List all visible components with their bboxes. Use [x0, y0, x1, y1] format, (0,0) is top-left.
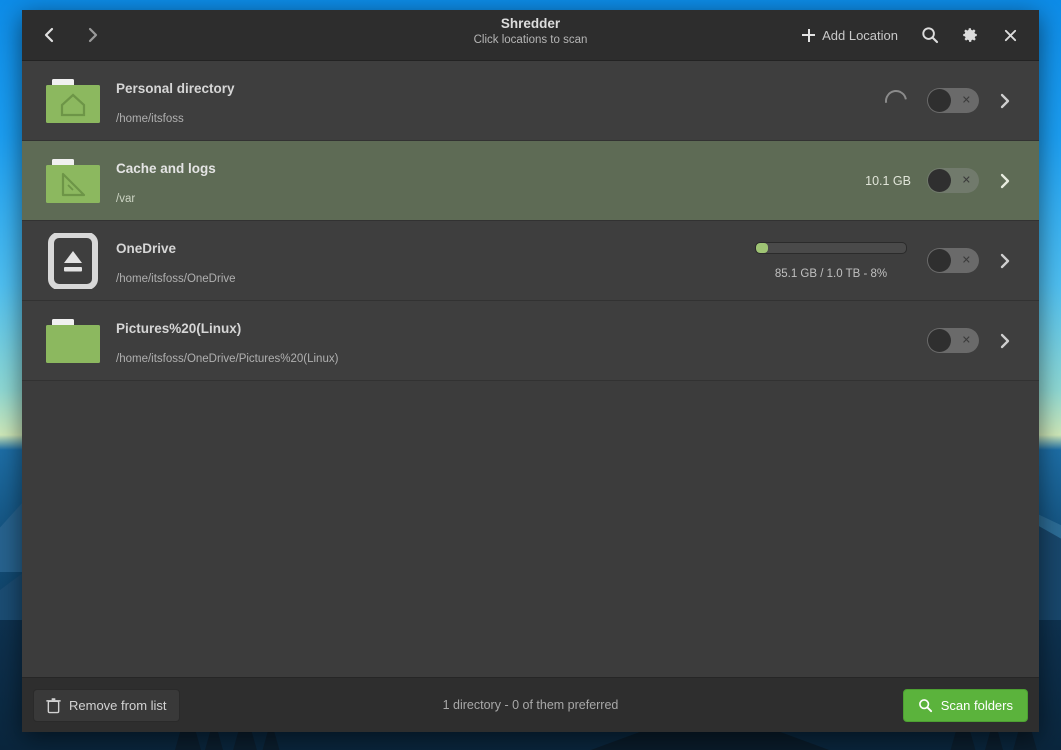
close-icon — [1004, 29, 1016, 41]
desktop-wallpaper: Shredder Click locations to scan Add Loc… — [0, 0, 1061, 750]
row-icon — [44, 311, 104, 371]
toggle-knob — [928, 169, 951, 192]
preferred-toggle[interactable]: ✕ — [927, 88, 979, 113]
remove-from-list-button[interactable]: Remove from list — [33, 688, 180, 722]
home-folder-icon — [46, 78, 100, 123]
close-button[interactable] — [993, 19, 1027, 51]
back-button[interactable] — [34, 20, 64, 50]
add-location-button[interactable]: Add Location — [793, 23, 907, 48]
toggle-knob — [928, 89, 951, 112]
header-bar: Shredder Click locations to scan Add Loc… — [22, 10, 1039, 61]
row-icon — [44, 71, 104, 131]
preferred-toggle[interactable]: ✕ — [927, 168, 979, 193]
chevron-left-icon — [44, 27, 54, 43]
toggle-off-icon: ✕ — [961, 94, 971, 106]
table-row[interactable]: Personal directory /home/itsfoss ✕ — [22, 61, 1039, 141]
storage-usage: 85.1 GB / 1.0 TB - 8% — [751, 241, 911, 280]
row-expand-button[interactable] — [985, 161, 1025, 201]
loading-spinner-icon — [880, 85, 912, 116]
navigation-buttons — [34, 20, 108, 50]
trash-icon — [46, 697, 61, 713]
remove-from-list-label: Remove from list — [69, 697, 167, 713]
search-button[interactable] — [913, 19, 947, 51]
toggle-off-icon: ✕ — [961, 254, 971, 266]
scan-folders-button[interactable]: Scan folders — [902, 688, 1028, 722]
table-row[interactable]: Pictures%20(Linux) /home/itsfoss/OneDriv… — [22, 301, 1039, 381]
scan-folders-label: Scan folders — [940, 697, 1013, 713]
application-window: Shredder Click locations to scan Add Loc… — [22, 10, 1039, 732]
row-size-label: 10.1 GB — [865, 173, 911, 188]
row-controls: 85.1 GB / 1.0 TB - 8% ✕ — [751, 231, 1025, 291]
plus-icon — [802, 28, 816, 42]
progress-bar-fill — [756, 242, 768, 253]
add-location-label: Add Location — [822, 27, 898, 43]
folder-ruler-icon — [46, 158, 100, 203]
table-row[interactable]: OneDrive /home/itsfoss/OneDrive 85.1 GB … — [22, 221, 1039, 301]
row-title: Cache and logs — [116, 160, 216, 176]
footer-bar: Remove from list 1 directory - 0 of them… — [22, 677, 1039, 732]
toggle-off-icon: ✕ — [961, 174, 971, 186]
toggle-knob — [928, 329, 951, 352]
folder-icon — [46, 318, 100, 363]
table-row[interactable]: Cache and logs /var 10.1 GB ✕ — [22, 141, 1039, 221]
row-text: Pictures%20(Linux) /home/itsfoss/OneDriv… — [116, 310, 927, 372]
forward-button[interactable] — [78, 20, 108, 50]
row-controls: ✕ — [927, 311, 1025, 371]
row-title: OneDrive — [116, 240, 177, 256]
chevron-right-icon — [1000, 173, 1010, 188]
row-icon — [44, 231, 104, 291]
row-icon — [44, 151, 104, 211]
preferred-toggle[interactable]: ✕ — [927, 248, 979, 273]
locations-list: Personal directory /home/itsfoss ✕ Cache… — [22, 61, 1039, 677]
row-title: Personal directory — [116, 80, 235, 96]
row-path: /home/itsfoss/OneDrive/Pictures%20(Linux… — [116, 352, 339, 365]
header-actions: Add Location — [793, 19, 1027, 51]
row-expand-button[interactable] — [985, 81, 1025, 121]
row-text: Personal directory /home/itsfoss — [116, 70, 885, 132]
row-text: Cache and logs /var — [116, 150, 865, 212]
progress-label: 85.1 GB / 1.0 TB - 8% — [774, 267, 888, 280]
row-expand-button[interactable] — [985, 321, 1025, 361]
chevron-right-icon — [88, 27, 98, 43]
row-path: /home/itsfoss/OneDrive — [116, 272, 236, 285]
row-expand-button[interactable] — [985, 241, 1025, 281]
gear-icon — [963, 28, 978, 42]
row-path: /home/itsfoss — [116, 112, 184, 125]
settings-button[interactable] — [953, 19, 987, 51]
row-text: OneDrive /home/itsfoss/OneDrive — [116, 230, 751, 292]
chevron-right-icon — [1000, 333, 1010, 348]
progress-bar — [755, 241, 907, 254]
drive-eject-icon — [48, 232, 98, 289]
toggle-knob — [928, 249, 951, 272]
row-controls: 10.1 GB ✕ — [865, 151, 1025, 211]
search-icon — [922, 27, 939, 44]
row-controls: ✕ — [880, 71, 1025, 131]
chevron-right-icon — [1000, 253, 1010, 268]
row-path: /var — [116, 192, 136, 205]
search-icon — [918, 698, 932, 712]
preferred-toggle[interactable]: ✕ — [927, 328, 979, 353]
row-title: Pictures%20(Linux) — [116, 320, 242, 336]
chevron-right-icon — [1000, 93, 1010, 108]
toggle-off-icon: ✕ — [961, 334, 971, 346]
